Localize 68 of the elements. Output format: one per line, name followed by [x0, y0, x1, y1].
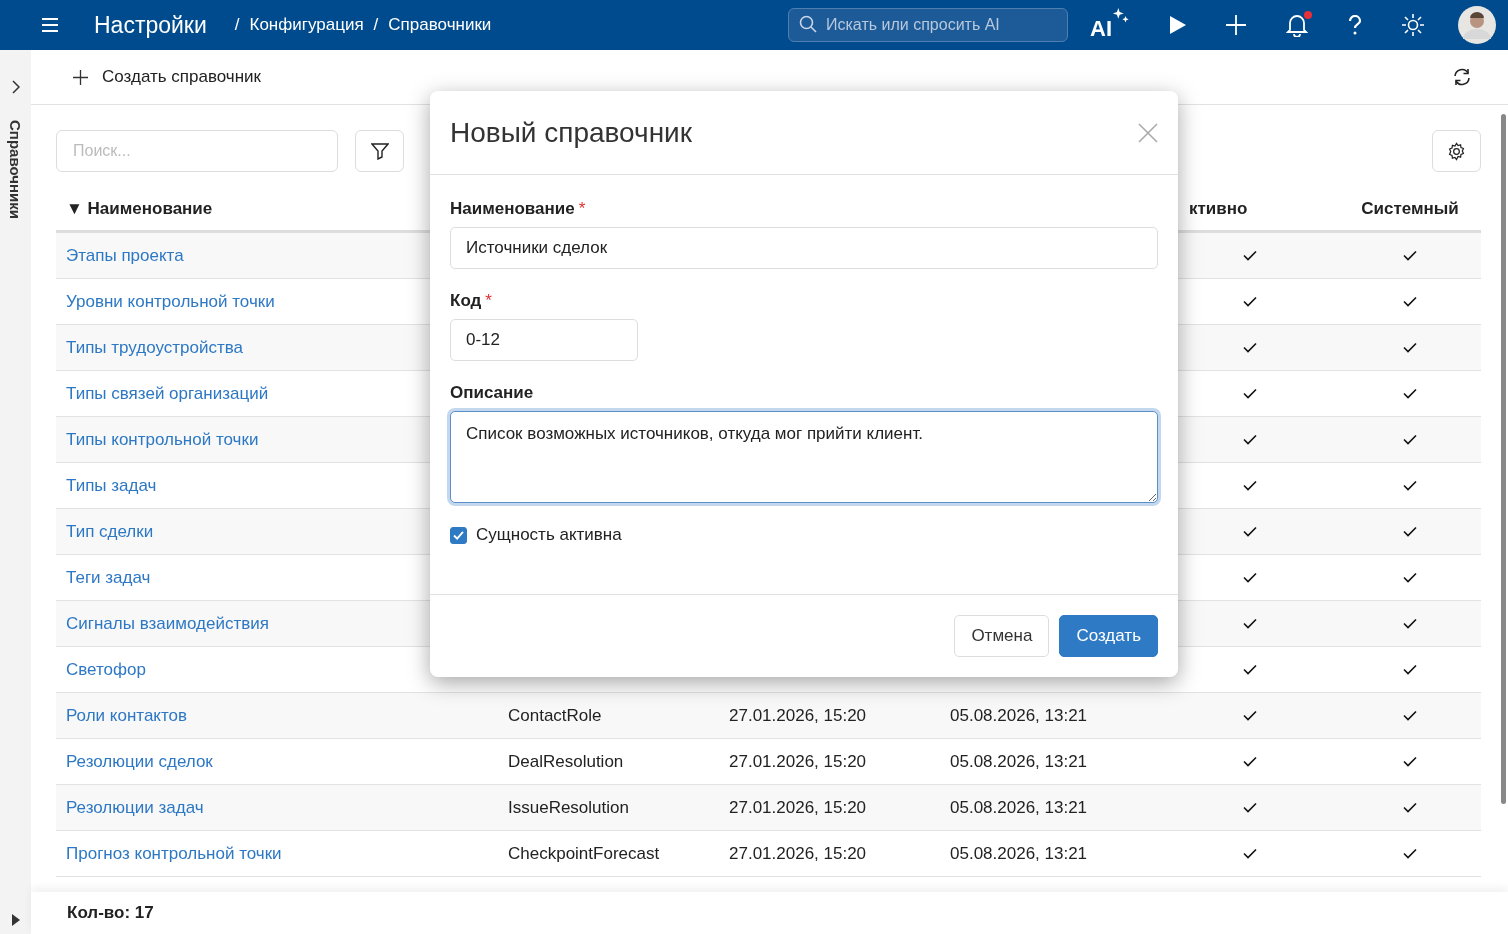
- reference-link[interactable]: Светофор: [66, 659, 146, 679]
- filter-icon: [370, 142, 389, 160]
- breadcrumb-separator: /: [373, 15, 379, 35]
- reference-link[interactable]: Типы задач: [66, 475, 157, 495]
- cancel-button[interactable]: Отмена: [954, 615, 1050, 657]
- table-cell: 27.01.2026, 15:20: [729, 797, 867, 817]
- play-icon[interactable]: [1170, 16, 1186, 34]
- column-header[interactable]: ктивно: [1189, 199, 1248, 218]
- reference-link[interactable]: Тип сделки: [66, 521, 154, 541]
- column-header[interactable]: ▼ Наименование: [66, 199, 213, 218]
- settings-icon: [1447, 141, 1466, 161]
- reference-link[interactable]: Этапы проекта: [66, 245, 184, 265]
- reference-link[interactable]: Роли контактов: [66, 705, 188, 725]
- checkbox[interactable]: [450, 526, 467, 544]
- table-cell: IssueResolution: [508, 797, 629, 817]
- breadcrumb-separator: /: [234, 15, 240, 35]
- ai-button[interactable]: AI: [1090, 8, 1126, 42]
- breadcrumb-link[interactable]: Конфигурация: [249, 15, 364, 35]
- reference-link[interactable]: Типы контрольной точки: [66, 429, 259, 449]
- create-button[interactable]: Создать справочник: [67, 66, 268, 88]
- reference-link[interactable]: Резолюции сделок: [66, 751, 213, 771]
- expand-triangle-icon[interactable]: [11, 914, 20, 926]
- create-button[interactable]: Создать: [1059, 615, 1158, 657]
- filter-button[interactable]: [355, 130, 404, 172]
- code-input-field[interactable]: 0-12: [450, 319, 638, 361]
- plus-icon[interactable]: [1226, 15, 1246, 35]
- help-icon[interactable]: [1348, 15, 1362, 35]
- table-cell: ContactRole: [508, 705, 602, 725]
- table-cell: 05.08.2026, 13:21: [950, 751, 1088, 771]
- reference-link[interactable]: Теги задач: [66, 567, 151, 587]
- search-icon: [799, 15, 817, 33]
- reference-link[interactable]: Сигналы взаимодействия: [66, 613, 269, 633]
- table-cell: 27.01.2026, 15:20: [729, 751, 867, 771]
- reference-link[interactable]: Типы связей организаций: [66, 383, 269, 403]
- table-cell: 27.01.2026, 15:20: [729, 705, 867, 725]
- menu-icon[interactable]: [42, 18, 58, 32]
- chevron-right-icon[interactable]: [11, 80, 20, 94]
- field-label: Код *: [450, 291, 492, 311]
- table-cell: DealResolution: [508, 751, 624, 771]
- check-icon: [453, 530, 464, 540]
- search-field[interactable]: Искать или спросить AI: [788, 8, 1068, 42]
- side-rail-label[interactable]: Справочники: [7, 120, 24, 219]
- bell-icon[interactable]: [1286, 13, 1308, 37]
- field-label: Наименование *: [450, 199, 586, 219]
- plus-icon: [73, 69, 88, 85]
- refresh-icon[interactable]: [1452, 67, 1472, 87]
- reference-link[interactable]: Резолюции задач: [66, 797, 204, 817]
- settings-button[interactable]: [1432, 130, 1481, 172]
- reference-link[interactable]: Уровни контрольной точки: [66, 291, 275, 311]
- breadcrumb-link[interactable]: Справочники: [388, 15, 492, 35]
- table-cell: 05.08.2026, 13:21: [950, 705, 1088, 725]
- scrollbar[interactable]: [1501, 114, 1506, 804]
- dialog-title: Новый справочник: [450, 116, 692, 149]
- reference-link[interactable]: Типы трудоустройства: [66, 337, 244, 357]
- field-label: Описание: [450, 383, 534, 403]
- record-count: Кол-во: 17: [67, 903, 154, 923]
- table-cell: 05.08.2026, 13:21: [950, 843, 1088, 863]
- description-text-area[interactable]: Список возможных источников, откуда мог прийти клиент.: [450, 411, 1158, 503]
- name-input-field[interactable]: Источники сделок: [450, 227, 1158, 269]
- table-cell: CheckpointForecast: [508, 843, 660, 863]
- page-title: Настройки: [94, 11, 207, 39]
- table-cell: 05.08.2026, 13:21: [950, 797, 1088, 817]
- user-avatar[interactable]: [1458, 6, 1496, 44]
- reference-link[interactable]: Прогноз контрольной точки: [66, 843, 282, 863]
- table-cell: 27.01.2026, 15:20: [729, 843, 867, 863]
- column-header[interactable]: Системный: [1361, 199, 1459, 218]
- sun-icon[interactable]: [1402, 14, 1424, 36]
- checkbox-label: Сущность активна: [476, 525, 622, 545]
